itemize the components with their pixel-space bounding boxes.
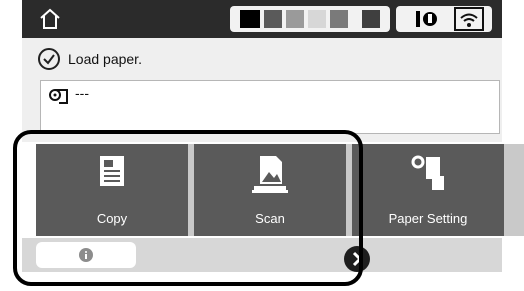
ink-level-2 bbox=[264, 10, 282, 28]
ink-level-5 bbox=[330, 10, 348, 28]
ink-level-4 bbox=[308, 10, 326, 28]
message-line: Load paper. bbox=[38, 46, 142, 72]
ink-level-3 bbox=[286, 10, 304, 28]
roll-paper-icon bbox=[49, 87, 71, 110]
ink-level-1 bbox=[240, 10, 260, 28]
wifi-icon[interactable] bbox=[454, 7, 484, 36]
paper-info-value: --- bbox=[75, 85, 89, 101]
ink-level-6 bbox=[362, 10, 380, 28]
ink-levels[interactable] bbox=[230, 6, 390, 32]
paper-setting-icon bbox=[408, 154, 448, 199]
highlight-outline bbox=[13, 130, 363, 286]
paper-info-box[interactable]: --- bbox=[40, 80, 500, 134]
status-panel: Load paper. --- bbox=[22, 38, 502, 142]
message-text: Load paper. bbox=[68, 51, 142, 67]
top-bar bbox=[22, 0, 502, 38]
status-icons bbox=[396, 6, 492, 32]
home-icon[interactable] bbox=[38, 7, 62, 31]
maintenance-box-icon[interactable] bbox=[414, 8, 440, 35]
paper-setting-tile[interactable]: Paper Setting bbox=[352, 144, 504, 236]
check-circle-icon bbox=[38, 48, 60, 70]
paper-setting-label: Paper Setting bbox=[388, 211, 468, 226]
